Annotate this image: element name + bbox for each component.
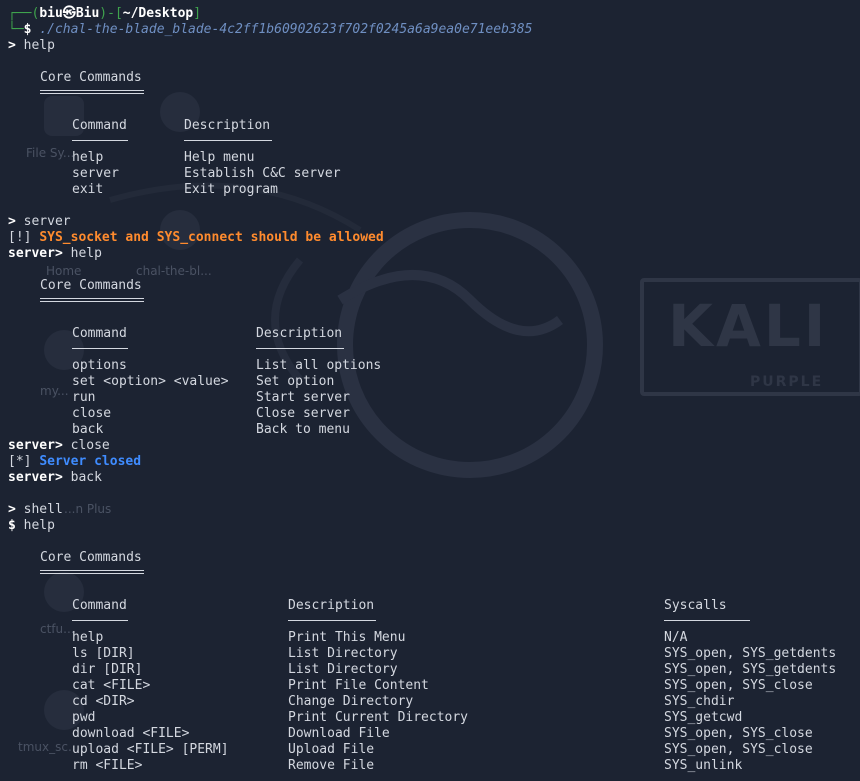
prompt-host: Biu: [75, 6, 100, 21]
table-cell-command: back: [72, 422, 104, 437]
column-header-command: Command: [72, 118, 127, 133]
table-cell-command: pwd: [72, 710, 96, 725]
table-cell-description: Back to menu: [256, 422, 350, 437]
table-cell-syscalls: SYS_unlink: [664, 758, 743, 773]
prompt-user: biu: [39, 6, 63, 21]
section-heading: Core Commands: [40, 278, 142, 293]
warning-tag: [!]: [8, 230, 32, 245]
table-cell-description: Set option: [256, 374, 335, 389]
column-underline: [72, 620, 128, 621]
table-cell-description: Change Directory: [288, 694, 414, 709]
warning-text: SYS_socket and SYS_connect should be all…: [39, 230, 384, 245]
column-header-command: Command: [72, 326, 127, 341]
table-cell-command: options: [72, 358, 127, 373]
heading-underline: [40, 90, 144, 94]
table-cell-description: Close server: [256, 406, 350, 421]
table-cell-command: rm <FILE>: [72, 758, 143, 773]
column-header-syscalls: Syscalls: [664, 598, 727, 613]
table-cell-command: set <option> <value>: [72, 374, 229, 389]
column-underline: [72, 140, 128, 141]
table-cell-command: upload <FILE> [PERM]: [72, 742, 229, 757]
server-command-line: > server: [8, 214, 71, 229]
table-cell-command: ls [DIR]: [72, 646, 135, 661]
table-cell-description: List all options: [256, 358, 382, 373]
table-cell-syscalls: SYS_open, SYS_getdents: [664, 646, 837, 661]
table-cell-command: help: [72, 150, 104, 165]
table-cell-syscalls: N/A: [664, 630, 688, 645]
table-cell-command: run: [72, 390, 96, 405]
column-header-command: Command: [72, 598, 127, 613]
table-cell-command: close: [72, 406, 112, 421]
table-cell-command: dir [DIR]: [72, 662, 143, 677]
table-cell-description: Start server: [256, 390, 350, 405]
prompt-path: ~/Desktop: [122, 6, 194, 21]
table-cell-command: cat <FILE>: [72, 678, 151, 693]
table-cell-description: Print Current Directory: [288, 710, 469, 725]
column-underline: [256, 348, 344, 349]
shell-command-line: > shell: [8, 502, 63, 517]
prompt-separator: ㉿: [62, 6, 76, 21]
warning-line: [!] SYS_socket and SYS_connect should be…: [8, 230, 384, 246]
table-cell-command: server: [72, 166, 119, 181]
table-cell-command: exit: [72, 182, 104, 197]
info-tag: [*]: [8, 454, 32, 469]
table-cell-syscalls: SYS_open, SYS_close: [664, 678, 813, 693]
executed-command: ./chal-the-blade_blade-4c2ff1b60902623f7…: [39, 22, 533, 37]
terminal-window[interactable]: ┌──(biu㉿Biu)-[~/Desktop] └─$ ./chal-the-…: [0, 0, 860, 781]
main-help-line: > help: [8, 38, 55, 53]
column-header-description: Description: [288, 598, 375, 613]
table-cell-syscalls: SYS_open, SYS_close: [664, 726, 813, 741]
table-cell-syscalls: SYS_open, SYS_close: [664, 742, 813, 757]
server-back-line: server> back: [8, 470, 102, 485]
column-underline: [72, 348, 128, 349]
table-cell-syscalls: SYS_getcwd: [664, 710, 743, 725]
server-help-line: server> help: [8, 246, 102, 261]
shell-help-line: $ help: [8, 518, 55, 533]
section-heading: Core Commands: [40, 70, 142, 85]
table-cell-description: Print This Menu: [288, 630, 406, 645]
column-header-description: Description: [256, 326, 343, 341]
table-cell-command: help: [72, 630, 104, 645]
column-underline: [184, 140, 272, 141]
table-cell-syscalls: SYS_open, SYS_getdents: [664, 662, 837, 677]
table-cell-command: download <FILE>: [72, 726, 190, 741]
command-line: └─$ ./chal-the-blade_blade-4c2ff1b609026…: [8, 22, 533, 37]
column-header-description: Description: [184, 118, 271, 133]
info-line: [*] Server closed: [8, 454, 141, 470]
shell-prompt-line: ┌──(biu㉿Biu)-[~/Desktop]: [8, 6, 202, 21]
table-cell-description: Remove File: [288, 758, 375, 773]
table-cell-description: Upload File: [288, 742, 375, 757]
table-cell-description: List Directory: [288, 662, 398, 677]
section-heading: Core Commands: [40, 550, 142, 565]
table-cell-syscalls: SYS_chdir: [664, 694, 735, 709]
column-underline: [664, 620, 750, 621]
table-cell-description: Establish C&C server: [184, 166, 341, 181]
server-close-line: server> close: [8, 438, 110, 453]
heading-underline: [40, 298, 144, 302]
table-cell-description: Exit program: [184, 182, 278, 197]
column-underline: [288, 620, 376, 621]
table-cell-command: cd <DIR>: [72, 694, 135, 709]
table-cell-description: Print File Content: [288, 678, 429, 693]
table-cell-description: Download File: [288, 726, 390, 741]
table-cell-description: List Directory: [288, 646, 398, 661]
table-cell-description: Help menu: [184, 150, 255, 165]
heading-underline: [40, 570, 144, 574]
info-text: Server closed: [39, 454, 142, 469]
